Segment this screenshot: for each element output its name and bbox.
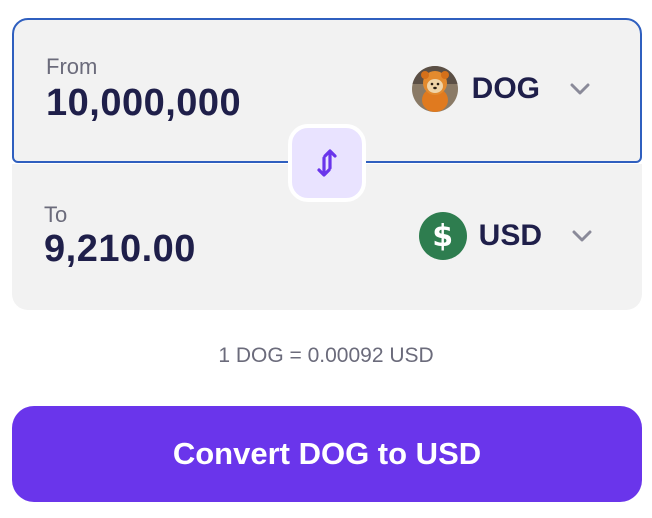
- to-currency-select[interactable]: $ USD: [418, 212, 592, 260]
- dog-avatar-icon: [411, 66, 458, 112]
- swap-vertical-icon: [317, 149, 337, 177]
- from-amount-input[interactable]: 10,000,000: [46, 82, 241, 125]
- from-currency-code: DOG: [471, 72, 540, 105]
- chevron-down-icon[interactable]: [570, 83, 590, 95]
- swap-currencies-button[interactable]: [288, 124, 366, 202]
- exchange-rate-text: 1 DOG = 0.00092 USD: [218, 344, 434, 367]
- to-label: To: [44, 202, 68, 227]
- currency-converter: From 10,000,000 DOG To 9,210.00 $ USD 1 …: [0, 0, 652, 518]
- from-currency-select[interactable]: DOG: [411, 66, 590, 112]
- convert-button[interactable]: Convert DOG to USD: [12, 406, 642, 502]
- chevron-down-icon[interactable]: [572, 230, 592, 242]
- dollar-coin-icon: $: [418, 212, 467, 260]
- to-currency-code: USD: [478, 219, 542, 252]
- to-amount-value: 9,210.00: [44, 228, 196, 270]
- from-label: From: [46, 54, 98, 79]
